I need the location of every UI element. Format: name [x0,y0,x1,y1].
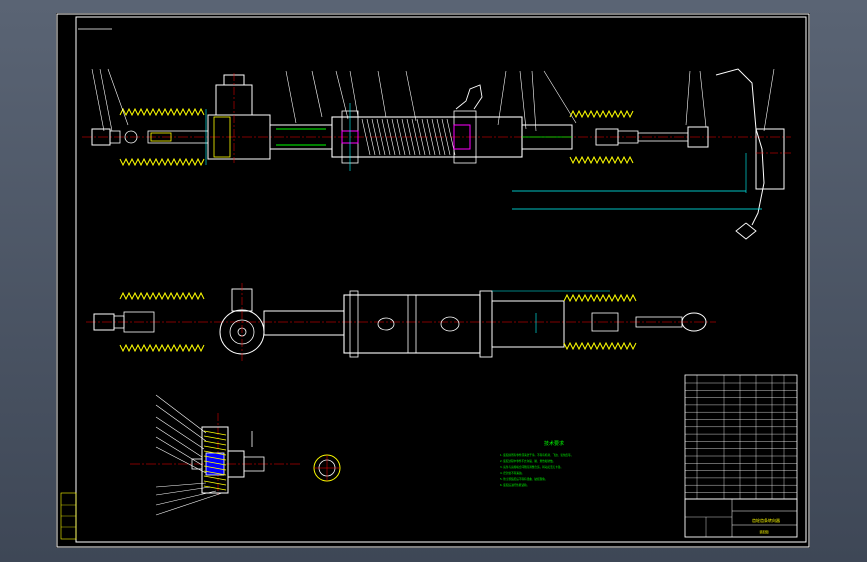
tech-req-line: 3. 齿条与齿轮啮合间隙应调整合适，转动灵活无卡滞。 [500,465,563,469]
part-leader-line [543,70,577,124]
top-right-boot-bottom [563,341,637,351]
part-leader-line [91,68,105,132]
left-boot-top [119,107,205,117]
parts-list-table[interactable] [684,374,798,500]
part-leader-line [519,70,527,130]
top-power-cylinder [343,294,481,354]
part-leader-line [349,70,359,118]
part-leader-line [107,68,129,126]
title-block-border [684,498,798,538]
part-leader-line [763,68,775,132]
tech-req-title: 技术要求 [544,440,564,447]
tech-req-line: 1. 装配前所有零件须清洗干净，不得有毛刺、飞边、氧化皮等。 [500,453,573,457]
front-section-view[interactable] [82,68,791,240]
parts-list-border [684,374,798,500]
top-left-boot-bottom [119,343,205,353]
title-block-subtitle: 装配图 [759,529,768,534]
mount-bracket [455,84,483,110]
section-circle-view[interactable] [313,454,341,482]
top-port-right [440,316,460,332]
part-leader-line [285,70,297,124]
top-view[interactable] [86,283,716,361]
tech-req-line: 2. 装配过程中零件不允许磕、碰、划伤和锈蚀。 [500,459,555,463]
part-leader-line [377,70,387,118]
top-cylinder-flange-right [479,290,493,358]
part-leader-line [699,70,707,128]
detail-leader-line [155,492,223,516]
part-leader-line [685,70,691,126]
wheel-hub [755,128,785,190]
part-leader-line [531,70,537,132]
detail-leader-line [155,416,205,450]
parts-list-columns [696,375,785,499]
title-block-name: 齿轮齿条转向器 [752,517,780,523]
detail-leader-line [155,436,203,466]
parts-list-rows [685,382,797,493]
cad-viewer-window: 技术要求 1. 装配前所有零件须清洗干净，不得有毛刺、飞边、氧化皮等。 2. 装… [0,0,867,562]
knuckle-arm [735,222,757,240]
detail-leader-line [155,404,207,442]
part-leader-line [405,70,417,122]
part-leader-line [99,68,113,132]
top-cylinder-flange-left [349,290,359,358]
top-cylinder-band [407,294,417,354]
steering-knuckle [715,68,765,226]
revision-strip [60,492,77,540]
left-boot-bottom [119,157,205,167]
tech-req-line: 6. 装配后进行性能试验。 [500,483,529,487]
tech-req-line: 4. 密封处不得漏油。 [500,471,524,475]
title-block[interactable]: 齿轮齿条转向器 装配图 [684,498,798,538]
technical-requirements[interactable]: 技术要求 1. 装配前所有零件须清洗干净，不得有毛刺、飞边、氧化皮等。 2. 装… [500,440,573,487]
detail-leader-line [155,446,207,474]
detail-leader-line [155,394,207,434]
top-right-cylinder [491,300,565,348]
cad-drawing-canvas[interactable]: 技术要求 1. 装配前所有零件须清洗干净，不得有毛刺、飞边、氧化皮等。 2. 装… [56,13,810,548]
sheet-outer-border [56,13,810,548]
right-boot-top [569,109,634,119]
top-right-boot-top [563,293,637,303]
right-boot-bottom [569,155,634,165]
detail-leader-line [155,482,207,488]
tech-req-line: 5. 防尘罩装配后不得有扭曲、破损现象。 [500,477,547,481]
top-rack-tube [263,310,345,336]
part-leader-line [311,70,323,118]
top-port-left [377,317,395,331]
top-left-boot-top [119,291,205,301]
pinion-detail-view[interactable] [130,394,300,516]
drawing-sheet[interactable]: 技术要求 1. 装配前所有零件须清洗干净，不得有毛刺、飞边、氧化皮等。 2. 装… [56,13,810,548]
detail-leader-line [155,426,203,458]
part-leaders-top [91,68,775,132]
